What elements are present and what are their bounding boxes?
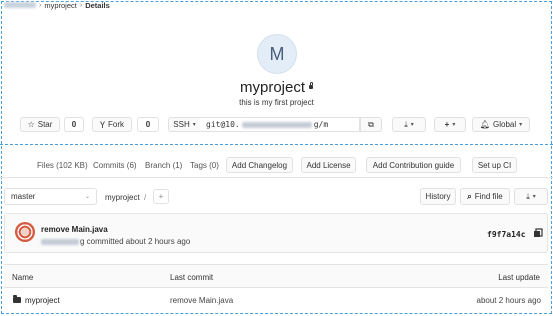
download-source-dropdown[interactable]: ⤓ ▾ [514,188,548,205]
clipboard-icon: ⧉ [368,119,374,129]
author-avatar[interactable] [15,222,35,242]
commit-meta: g committed about 2 hours ago [41,237,190,246]
plus-icon: + [158,192,164,201]
setup-ci-button[interactable]: Set up CI [472,157,517,173]
branch-link[interactable]: Branch (1) [145,161,182,170]
caret-down-icon: ▾ [192,122,196,128]
add-to-tree-button[interactable]: + [153,189,169,204]
section-divider [0,177,553,178]
column-header-last-update: Last update [498,273,540,282]
project-title: myproject [0,79,553,96]
download-dropdown[interactable]: ⤓ ▾ [392,117,426,132]
fork-icon: Ү [99,119,105,130]
add-contribution-button[interactable]: Add Contribution guide [366,157,461,173]
star-icon: ☆ [27,120,35,129]
clone-url-redacted [241,121,312,128]
author-name-redacted[interactable] [41,238,79,245]
tags-link[interactable]: Tags (0) [190,161,219,170]
download-icon: ⤓ [526,191,530,201]
copy-sha-icon[interactable] [533,228,543,238]
plus-icon: + [444,120,450,129]
breadcrumb: › myproject › Details [4,0,110,10]
folder-icon [13,295,21,303]
path-separator: / [144,193,147,202]
caret-down-icon: ▾ [519,122,523,128]
file-last-commit[interactable]: remove Main.java [170,296,233,305]
files-link[interactable]: Files (102 KB) [37,161,88,170]
breadcrumb-group-redacted[interactable] [4,2,36,8]
last-commit-panel: remove Main.java g committed about 2 hou… [4,213,548,253]
clone-protocol-dropdown[interactable]: SSH ▾ [168,117,201,132]
star-label: Star [37,120,53,129]
clone-url-start: git@10. [206,120,240,129]
add-changelog-button[interactable]: Add Changelog [226,157,293,173]
section-divider [0,144,553,145]
commit-title[interactable]: remove Main.java [41,225,108,234]
file-name-cell[interactable]: myproject [13,295,60,305]
star-count[interactable]: 0 [64,117,84,132]
breadcrumb-current[interactable]: Details [85,1,110,10]
clone-url-field[interactable]: git@10. g/m [200,117,360,132]
project-avatar: M [257,34,297,74]
lock-icon [309,82,314,90]
project-name: myproject [239,79,306,96]
copy-url-button[interactable]: ⧉ [360,117,382,132]
fork-count[interactable]: 0 [137,117,159,132]
caret-down-icon: ▾ [532,194,536,200]
column-header-name: Name [12,273,34,282]
file-name: myproject [25,296,60,305]
project-description: this is my first project [239,98,314,107]
branch-select[interactable]: master ⌄ [4,188,97,205]
notification-dropdown[interactable]: 🔔︎ Global ▾ [472,117,530,132]
bell-icon: 🔔︎ [479,120,490,129]
history-button[interactable]: History [420,188,456,205]
chevron-down-icon: ⌄ [84,194,90,200]
commit-sha[interactable]: f9f7a14c [487,230,526,239]
find-file-button[interactable]: ⌕ Find file [460,188,510,205]
commits-link[interactable]: Commits (6) [93,161,137,170]
branch-name: master [11,192,36,201]
star-button[interactable]: ☆ Star [20,117,60,132]
breadcrumb-project[interactable]: myproject [44,1,77,10]
add-license-button[interactable]: Add License [301,157,356,173]
caret-down-icon: ▾ [410,122,414,128]
chevron-right-icon: › [79,1,83,9]
new-dropdown[interactable]: + ▾ [434,117,466,132]
fork-button[interactable]: Ү Fork [92,117,132,132]
fork-label: Fork [108,120,124,129]
table-header: Name Last commit Last update [4,264,548,288]
column-header-last-commit: Last commit [170,273,214,282]
chevron-right-icon: › [39,1,42,9]
caret-down-icon: ▾ [452,122,456,128]
notification-label: Global [493,120,517,129]
find-file-label: Find file [474,192,503,201]
search-icon: ⌕ [467,191,472,201]
clone-url-end: g/m [313,120,329,129]
protocol-label: SSH [173,120,190,129]
download-icon: ⤓ [404,119,408,129]
path-root[interactable]: myproject [105,193,140,202]
commit-meta-text: g committed about 2 hours ago [80,237,191,246]
file-last-update: about 2 hours ago [476,296,542,305]
